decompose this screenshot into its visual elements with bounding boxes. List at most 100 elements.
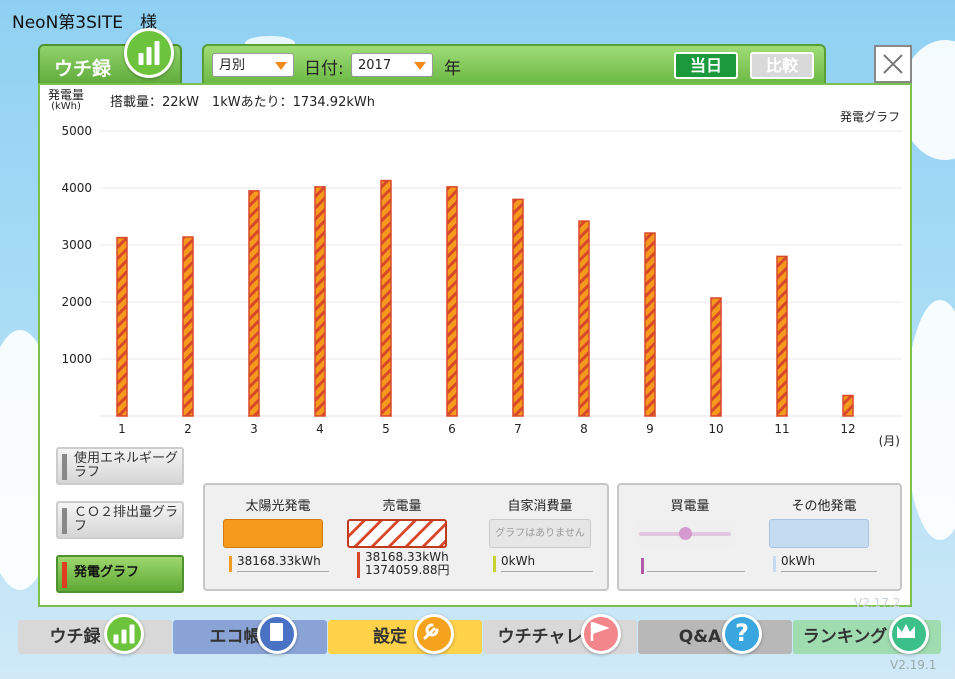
legend-sell-label: 売電量 (382, 499, 422, 514)
side-button-marker (62, 562, 67, 588)
dropdown-arrow-icon (414, 62, 426, 70)
toolbar: 月別 日付: 2017 年 当日 比較 (202, 44, 826, 84)
legend-sell-swatch (347, 519, 447, 548)
nav-settings[interactable]: 設定 (328, 614, 482, 654)
legend-sell-marker (357, 552, 360, 578)
main-panel: 発電量 (kWh) 搭載量：22kW 1kWあたり：1734.92kWh 発電グ… (38, 83, 912, 607)
x-tick-label: 11 (774, 422, 789, 436)
nav-ranking-label: ランキング (802, 627, 888, 647)
nav-uchi-roku[interactable]: ウチ録 (18, 614, 172, 654)
generation-graph-button[interactable]: 発電グラフ (56, 555, 184, 593)
close-icon (883, 54, 903, 74)
energy-usage-graph-button[interactable]: 使用エネルギーグラフ (56, 447, 184, 485)
x-tick-label: 6 (448, 422, 456, 436)
legend-other-value: 0kWh (781, 554, 816, 568)
bar (248, 190, 260, 417)
x-tick-label: 5 (382, 422, 390, 436)
bar-chart-icon (104, 614, 144, 654)
flag-icon (581, 614, 621, 654)
legend-self-marker (493, 556, 496, 572)
legend-self-value: 0kWh (501, 554, 536, 568)
uchi-roku-tab[interactable]: ウチ録 (38, 28, 182, 86)
x-tick-label: 9 (646, 422, 654, 436)
app-title: NeoN第3SITE 様 (12, 13, 158, 33)
side-button-label: 発電グラフ (74, 565, 140, 580)
y-tick-label: 2000 (61, 295, 92, 309)
bar (380, 179, 392, 417)
x-tick-label: 10 (708, 422, 723, 436)
legend-other-label: その他発電 (791, 499, 857, 514)
bar (710, 297, 722, 417)
legend-solar-value: 38168.33kWh (237, 554, 321, 568)
uchi-roku-tab-label: ウチ録 (54, 58, 112, 80)
bar (116, 236, 128, 417)
bar (512, 198, 524, 417)
legend-self-swatch-text: グラフはありません (495, 528, 585, 539)
side-button-marker (62, 454, 67, 480)
x-tick-label: 7 (514, 422, 522, 436)
legend-self-underline (501, 571, 593, 572)
legend-buy-slider-knob (679, 527, 692, 540)
date-label: 日付: (304, 59, 344, 79)
x-tick-label: 3 (250, 422, 258, 436)
bar (644, 232, 656, 417)
nav-settings-label: 設定 (373, 627, 407, 647)
legend-self: 自家消費量 グラフはありません (485, 495, 595, 548)
legend-buy-underline (647, 571, 745, 572)
nav-uchi-challenge[interactable]: ウチチャレ (483, 614, 637, 654)
x-unit-label: (月) (879, 434, 900, 448)
bar (842, 394, 854, 417)
legend-solar-label: 太陽光発電 (245, 499, 311, 514)
period-select-value: 月別 (219, 58, 246, 73)
nav-uchi-roku-label: ウチ録 (49, 627, 101, 647)
nav-eco-book-label: エコ帳 (209, 627, 261, 647)
year-suffix: 年 (444, 59, 461, 79)
period-select[interactable]: 月別 (212, 53, 294, 77)
side-button-label: 使用エネルギーグラフ (74, 451, 179, 480)
legend-solar-marker (229, 556, 232, 572)
notebook-icon (257, 614, 297, 654)
bar-chart-icon (124, 28, 174, 78)
y-tick-label: 5000 (61, 124, 92, 138)
bar (314, 186, 326, 417)
legend-other: その他発電 (769, 495, 879, 548)
bar (446, 186, 458, 417)
y-tick-label: 3000 (61, 238, 92, 252)
legend-other-value-wrap: 0kWh (773, 554, 816, 572)
side-button-marker (62, 508, 67, 534)
nav-eco-book[interactable]: エコ帳 (173, 614, 327, 654)
compare-button[interactable]: 比較 (750, 52, 814, 79)
bar (182, 236, 194, 417)
wrench-icon (414, 614, 454, 654)
dropdown-arrow-icon (275, 62, 287, 70)
background-cloud (905, 300, 955, 540)
legend-self-value-wrap: 0kWh (493, 554, 536, 572)
panel-version: V2.17.2 (854, 596, 901, 610)
year-select-value: 2017 (358, 58, 392, 73)
legend-solar-swatch (223, 519, 323, 548)
app-version: V2.19.1 (890, 658, 937, 672)
legend-buy-slider (635, 519, 735, 548)
nav-ranking[interactable]: ランキング (793, 614, 941, 654)
nav-qa[interactable]: Q&A ? (638, 614, 792, 654)
y-tick-label: 1000 (61, 352, 92, 366)
x-tick-label: 12 (840, 422, 855, 436)
legend-buy: 買電量 (635, 495, 745, 548)
x-tick-label: 8 (580, 422, 588, 436)
today-button[interactable]: 当日 (674, 52, 738, 79)
legend-other-underline (781, 571, 877, 572)
legend-solar-underline (237, 571, 329, 572)
legend-generation-box: 太陽光発電 38168.33kWh 売電量 38168.33kWh 137405… (203, 483, 609, 591)
legend-other-marker (773, 556, 776, 572)
legend-solar-value-wrap: 38168.33kWh (229, 554, 321, 572)
side-button-label: ＣＯ２排出量グラフ (74, 505, 179, 534)
y-tick-label: 4000 (61, 181, 92, 195)
x-tick-label: 1 (118, 422, 126, 436)
nav-qa-label: Q&A (678, 627, 722, 647)
bar (776, 255, 788, 417)
generation-chart: 500040003000200010001 2 3 4 5 6 7 8 9 10 11 12(月) (61, 124, 902, 448)
co2-emission-graph-button[interactable]: ＣＯ２排出量グラフ (56, 501, 184, 539)
year-select[interactable]: 2017 (351, 53, 433, 77)
close-button[interactable] (874, 45, 912, 83)
legend-sell-value-wrap: 38168.33kWh 1374059.88円 (357, 551, 450, 578)
